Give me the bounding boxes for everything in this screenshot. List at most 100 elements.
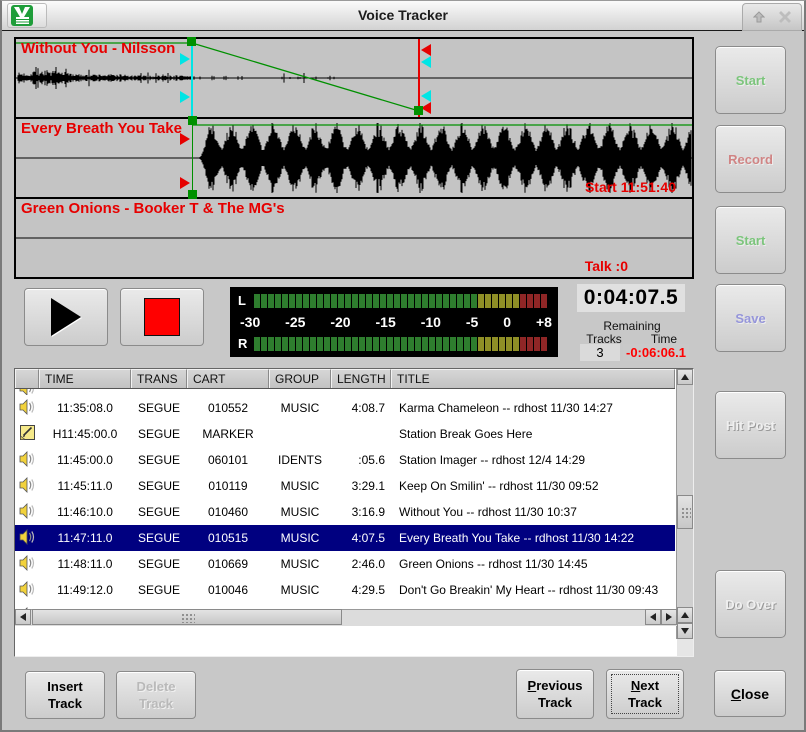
table-row[interactable]: 11:45:11.0SEGUE010119MUSIC3:29.1Keep On … — [15, 473, 675, 499]
track-1-cyan-marker-upper-icon[interactable] — [421, 56, 431, 68]
meter-segment — [359, 294, 365, 308]
close-button[interactable]: Close — [714, 670, 786, 717]
table-row[interactable]: H11:45:00.0SEGUEMARKERStation Break Goes… — [15, 421, 675, 447]
meter-segment — [450, 337, 456, 351]
meter-left-segments — [254, 294, 547, 308]
track-3-waveform[interactable]: Green Onions - Booker T & The MG's Talk … — [16, 199, 692, 277]
column-header-length[interactable]: LENGTH — [331, 369, 391, 388]
cell: Station Break Goes Here — [391, 427, 675, 441]
cell: SEGUE — [131, 505, 187, 519]
table-row[interactable]: 11:47:11.0SEGUE010515MUSIC4:07.5Every Br… — [15, 525, 675, 551]
save-button[interactable]: Save — [715, 284, 786, 352]
close-window-button[interactable] — [775, 7, 795, 27]
cell: 3:29.1 — [331, 479, 391, 493]
meter-segment — [338, 337, 344, 351]
meter-segment — [352, 337, 358, 351]
meter-segment — [387, 337, 393, 351]
track-1-waveform[interactable]: Without You - Nilsson — [16, 39, 692, 119]
column-header-cart[interactable]: CART — [187, 369, 269, 388]
track-1-cyan-marker-bottom-icon[interactable] — [180, 91, 190, 103]
speaker-icon — [19, 451, 36, 467]
meter-segment — [359, 337, 365, 351]
hit-post-button[interactable]: Hit Post — [715, 391, 786, 459]
scroll-down-button[interactable] — [677, 623, 693, 639]
track-1-fade-end-handle[interactable] — [414, 106, 423, 115]
meter-right-label: R — [238, 336, 252, 351]
record-button[interactable]: Record — [715, 125, 786, 193]
column-header-time[interactable]: TIME — [39, 369, 131, 388]
track-1-red-marker-top-icon[interactable] — [421, 44, 431, 56]
shade-window-button[interactable] — [749, 7, 769, 27]
arrow-left-icon — [20, 613, 26, 621]
meter-scale-tick: -30 — [240, 314, 260, 330]
meter-segment — [282, 337, 288, 351]
meter-segment — [492, 337, 498, 351]
table-row[interactable]: 11:48:11.0SEGUE010669MUSIC2:46.0Green On… — [15, 551, 675, 577]
scroll-grip — [181, 613, 195, 623]
meter-segment — [422, 337, 428, 351]
track-2-start-line[interactable] — [192, 119, 193, 197]
horizontal-scroll-thumb[interactable] — [32, 609, 342, 625]
meter-segment — [527, 337, 533, 351]
cell: 010119 — [187, 479, 269, 493]
meter-segment — [485, 337, 491, 351]
scroll-up-button-2[interactable] — [677, 607, 693, 623]
track-2-level-handle-bottom[interactable] — [188, 190, 197, 199]
meter-segment — [366, 294, 372, 308]
meter-segment — [366, 337, 372, 351]
meter-segment — [373, 337, 379, 351]
cell: 11:47:11.0 — [39, 531, 131, 545]
arrow-up-icon — [753, 11, 765, 23]
track-2-level-handle-top[interactable] — [188, 116, 197, 125]
meter-segment — [513, 337, 519, 351]
delete-track-button[interactable]: DeleteTrack — [116, 671, 196, 719]
insert-track-button[interactable]: InsertTrack — [25, 671, 105, 719]
table-row[interactable]: 11:35:08.0SEGUE010552MUSIC4:08.7Karma Ch… — [15, 395, 675, 421]
vertical-scroll-thumb[interactable] — [677, 495, 693, 529]
cell: Without You -- rdhost 11/30 10:37 — [391, 505, 675, 519]
cell: Green Onions -- rdhost 11/30 14:45 — [391, 557, 675, 571]
column-header-icon[interactable] — [15, 369, 39, 388]
track-1-cyan-marker-lower-icon[interactable] — [421, 90, 431, 102]
scroll-left-button-2[interactable] — [645, 609, 661, 625]
title-bar[interactable]: Voice Tracker — [2, 1, 804, 31]
track-2-red-marker-bottom-icon[interactable] — [180, 177, 190, 189]
speaker-icon-cell — [15, 399, 39, 418]
table-row[interactable] — [15, 388, 675, 395]
meter-segment — [499, 337, 505, 351]
track-2-waveform[interactable]: Every Breath You Take Start 11:51:40 — [16, 119, 692, 199]
track-1-cyan-marker-top-icon[interactable] — [180, 53, 190, 65]
meter-segment — [464, 294, 470, 308]
play-button[interactable] — [24, 288, 108, 346]
previous-track-button[interactable]: PreviousTrack — [516, 669, 594, 719]
meter-right-segments — [254, 337, 547, 351]
meter-segment — [345, 337, 351, 351]
meter-segment — [401, 294, 407, 308]
table-row[interactable]: 11:49:12.0SEGUE010046MUSIC4:29.5Don't Go… — [15, 577, 675, 603]
do-over-button[interactable]: Do Over — [715, 570, 786, 638]
track-1-playhead-line[interactable] — [191, 39, 193, 117]
meter-segment — [394, 294, 400, 308]
table-row[interactable]: 11:45:00.0SEGUE060101IDENTS:05.6Station … — [15, 447, 675, 473]
meter-segment — [485, 294, 491, 308]
start-button-track2[interactable]: Start — [715, 206, 786, 274]
start-button-track1[interactable]: Start — [715, 46, 786, 114]
meter-scale-tick: -10 — [421, 314, 441, 330]
scroll-up-button[interactable] — [677, 369, 693, 385]
cell: SEGUE — [131, 453, 187, 467]
remaining-time-value: -0:06:06.1 — [623, 344, 689, 361]
scroll-left-button[interactable] — [15, 609, 31, 625]
stop-button[interactable] — [120, 288, 204, 346]
meter-segment — [261, 294, 267, 308]
column-header-group[interactable]: GROUP — [269, 369, 331, 388]
cell: Keep On Smilin' -- rdhost 11/30 09:52 — [391, 479, 675, 493]
column-header-trans[interactable]: TRANS — [131, 369, 187, 388]
table-row[interactable]: 11:46:10.0SEGUE010460MUSIC3:16.9Without … — [15, 499, 675, 525]
play-icon — [51, 298, 81, 336]
column-header-title[interactable]: TITLE — [391, 369, 675, 388]
track-1-fade-start-handle[interactable] — [187, 37, 196, 46]
scroll-right-button[interactable] — [661, 609, 677, 625]
cell: SEGUE — [131, 583, 187, 597]
next-track-button[interactable]: NextTrack — [606, 669, 684, 719]
meter-segment — [324, 294, 330, 308]
